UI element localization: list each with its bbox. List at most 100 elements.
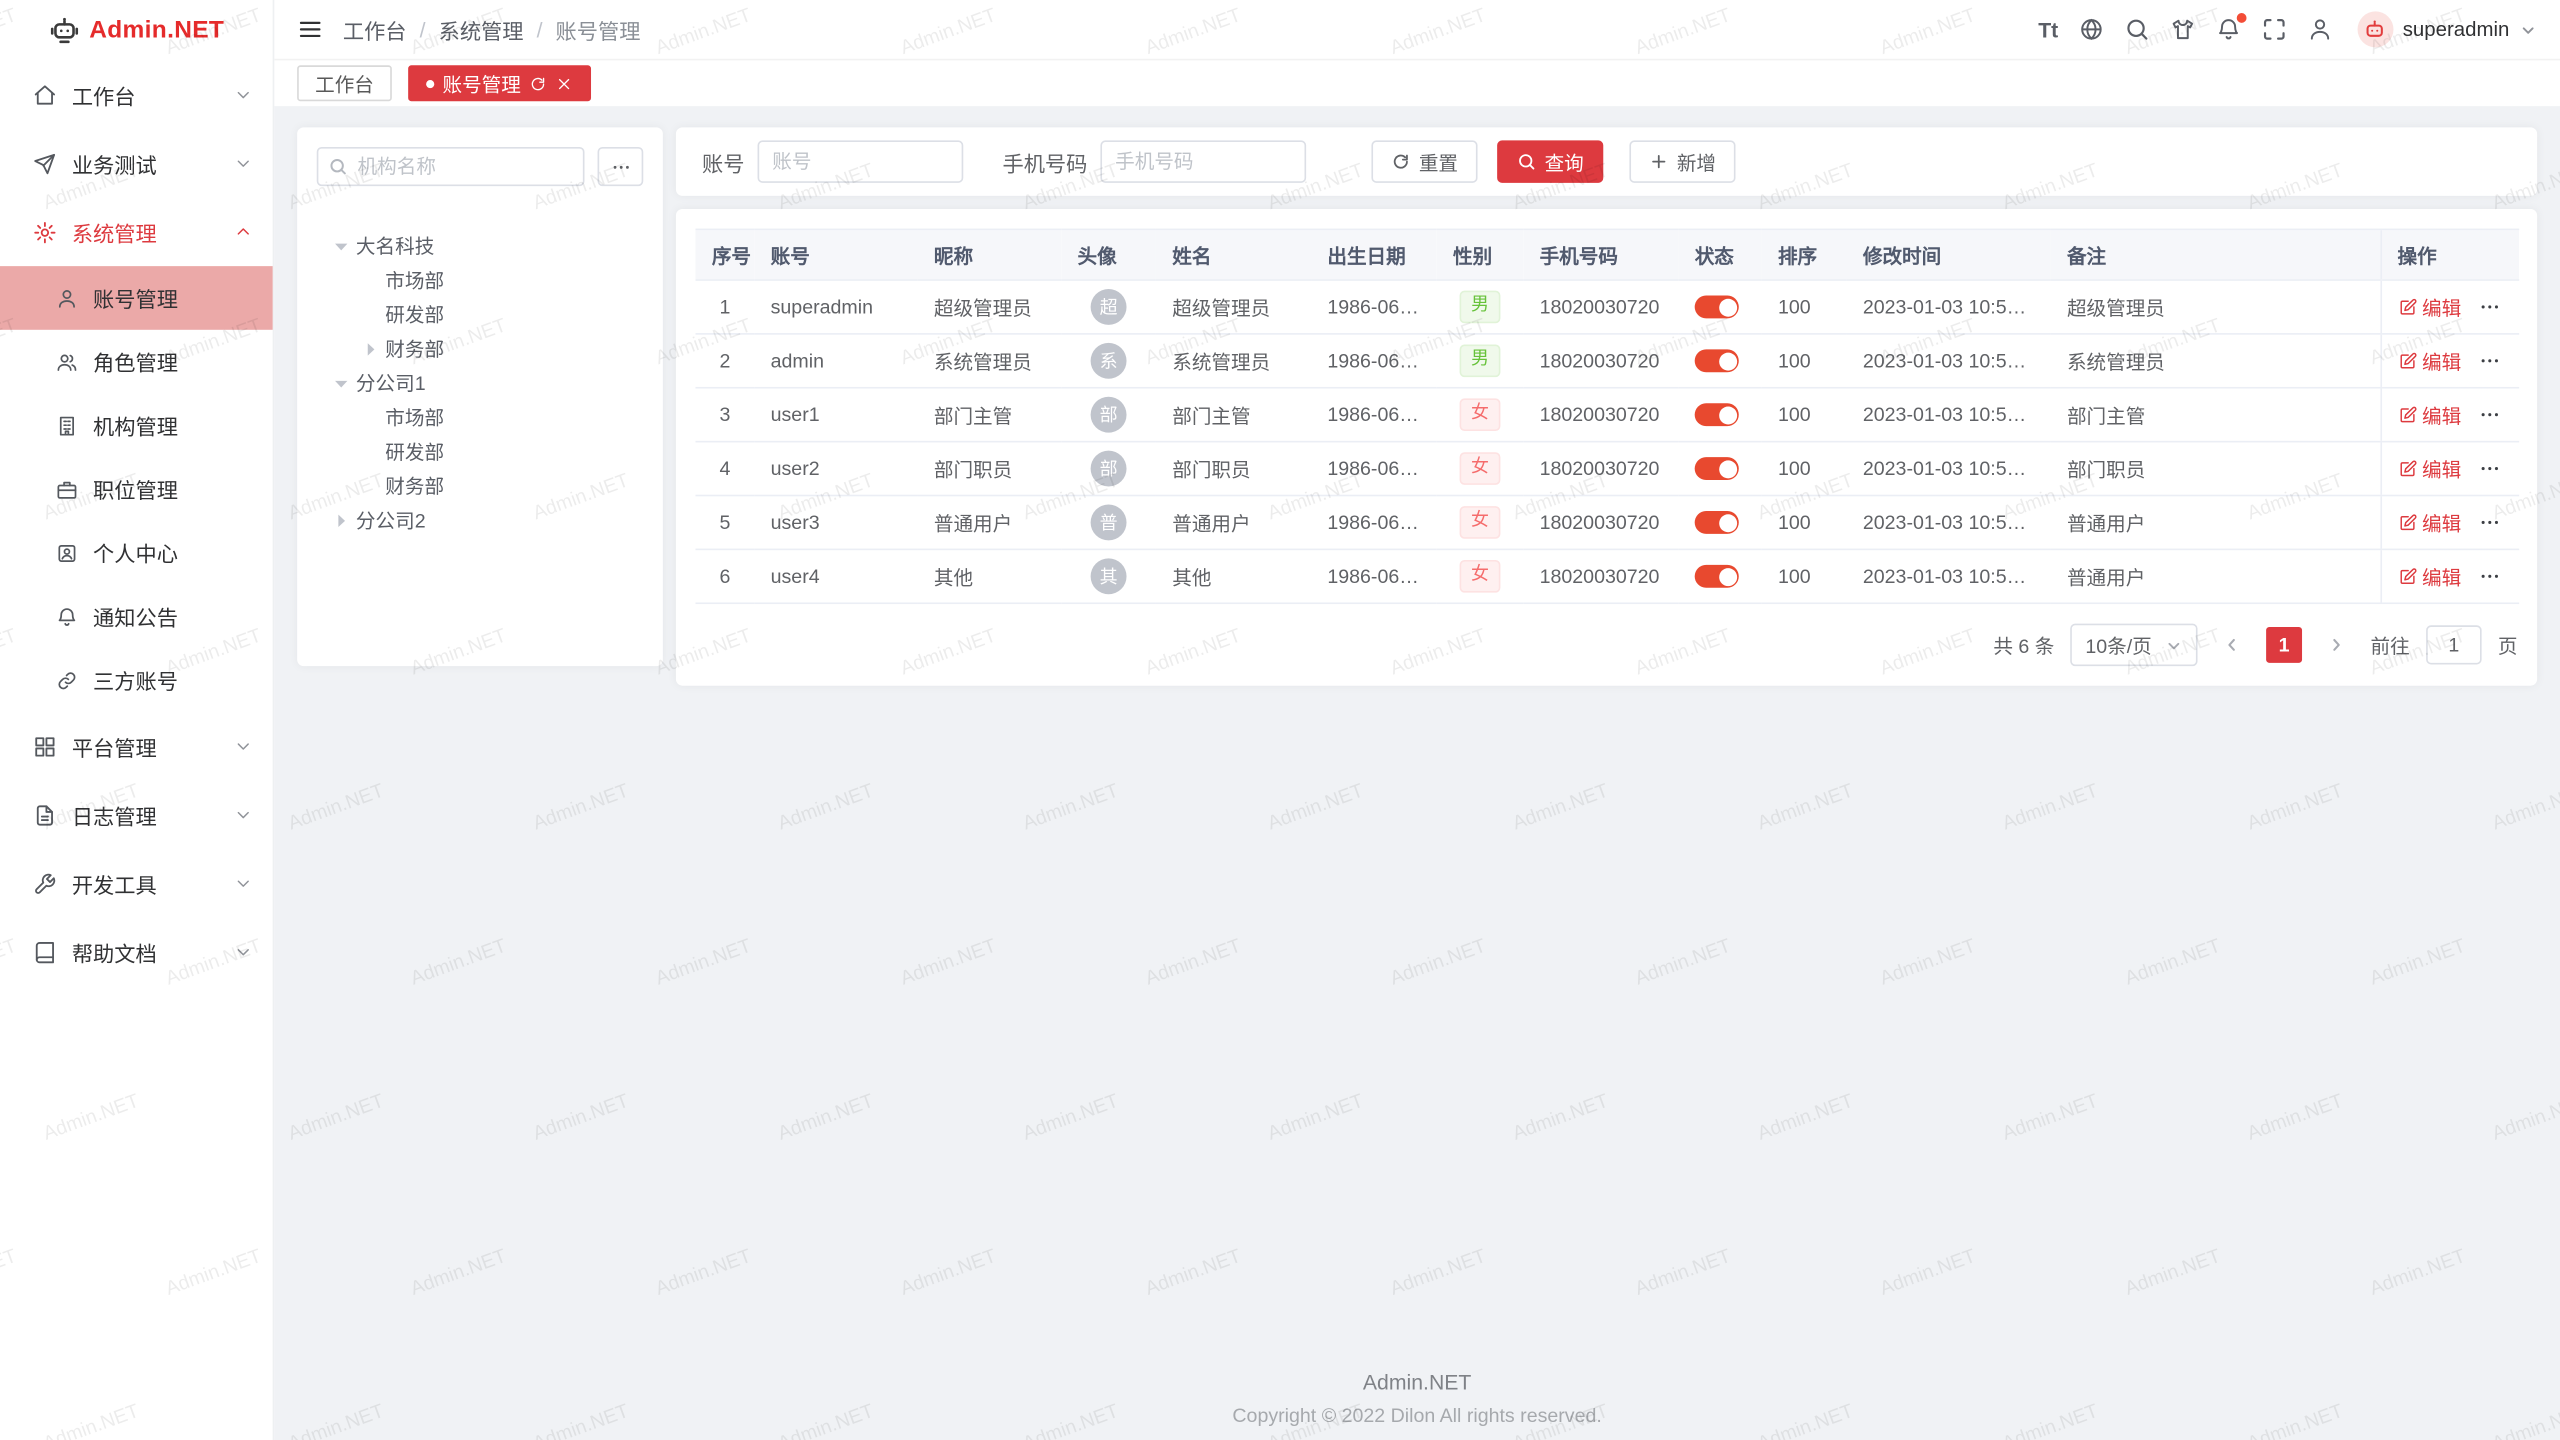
org-tree: 大名科技市场部研发部财务部分公司1市场部研发部财务部分公司2 <box>317 229 644 538</box>
user-avatar: 部 <box>1091 397 1127 433</box>
tab-refresh-icon[interactable] <box>529 74 547 92</box>
tree-node[interactable]: 研发部 <box>317 297 644 331</box>
breadcrumb-item[interactable]: 系统管理 <box>439 14 524 45</box>
cell-name: 部门主管 <box>1156 388 1311 442</box>
edit-button[interactable]: 编辑 <box>2398 509 2462 537</box>
bell-icon[interactable] <box>2213 15 2242 44</box>
tab-account-manage[interactable]: 账号管理 <box>408 65 591 101</box>
tree-caret-icon[interactable] <box>330 371 353 394</box>
edit-button[interactable]: 编辑 <box>2398 293 2462 321</box>
cell-avatar: 部 <box>1061 442 1156 496</box>
sidebar-item-third-party-account[interactable]: 三方账号 <box>0 648 273 712</box>
sidebar-item-help-docs[interactable]: 帮助文档 <box>0 918 273 987</box>
theme-icon[interactable] <box>2168 15 2197 44</box>
edit-button[interactable]: 编辑 <box>2398 455 2462 483</box>
refresh-icon <box>1391 152 1411 172</box>
notification-badge <box>2236 13 2246 23</box>
sidebar-item-role-manage[interactable]: 角色管理 <box>0 330 273 394</box>
edit-button[interactable]: 编辑 <box>2398 401 2462 429</box>
globe-icon[interactable] <box>2076 15 2105 44</box>
edit-label: 编辑 <box>2422 401 2461 429</box>
user-menu[interactable]: superadmin <box>2357 11 2537 47</box>
row-more-button[interactable] <box>2478 511 2501 534</box>
breadcrumb-item[interactable]: 账号管理 <box>556 14 641 45</box>
sidebar-item-notice[interactable]: 通知公告 <box>0 584 273 648</box>
font-size-icon[interactable]: Tt <box>2037 15 2060 44</box>
account-label: 账号 <box>702 146 744 177</box>
tree-caret-icon[interactable] <box>330 234 353 257</box>
cell-modified: 2023-01-03 10:59:44 <box>1847 496 2051 550</box>
tab-close-icon[interactable] <box>555 74 573 92</box>
tree-node[interactable]: 分公司2 <box>317 503 644 537</box>
page-size-select[interactable]: 10条/页 <box>2071 624 2198 666</box>
reset-button[interactable]: 重置 <box>1371 140 1477 182</box>
org-search-input[interactable] <box>317 147 585 186</box>
edit-button[interactable]: 编辑 <box>2398 562 2462 590</box>
breadcrumb-item[interactable]: 工作台 <box>343 14 407 45</box>
user-avatar: 系 <box>1091 343 1127 379</box>
account-input[interactable] <box>758 140 964 182</box>
hamburger-menu-icon[interactable] <box>297 16 323 42</box>
sidebar-item-business-test[interactable]: 业务测试 <box>0 129 273 198</box>
tree-node[interactable]: 研发部 <box>317 434 644 468</box>
sidebar-item-system-manage[interactable]: 系统管理 <box>0 198 273 267</box>
sidebar-item-personal-center[interactable]: 个人中心 <box>0 521 273 585</box>
row-more-button[interactable] <box>2478 457 2501 480</box>
status-toggle[interactable] <box>1695 458 1739 481</box>
row-more-button[interactable] <box>2478 565 2501 588</box>
tree-node[interactable]: 财务部 <box>317 469 644 503</box>
row-more-button[interactable] <box>2478 403 2501 426</box>
org-more-button[interactable] <box>598 147 644 186</box>
tree-node[interactable]: 市场部 <box>317 263 644 297</box>
phone-input[interactable] <box>1100 140 1306 182</box>
sidebar-item-account-manage[interactable]: 账号管理 <box>0 266 273 330</box>
sidebar-item-log-manage[interactable]: 日志管理 <box>0 780 273 849</box>
status-toggle[interactable] <box>1695 404 1739 427</box>
robot-logo-icon <box>48 15 79 46</box>
tree-node[interactable]: 大名科技 <box>317 229 644 263</box>
topbar: 工作台/系统管理/账号管理 Tt <box>274 0 2560 60</box>
link-icon <box>56 669 79 692</box>
tree-node[interactable]: 财务部 <box>317 331 644 365</box>
add-button[interactable]: 新增 <box>1629 140 1735 182</box>
status-toggle[interactable] <box>1695 350 1739 373</box>
row-more-button[interactable] <box>2478 349 2501 372</box>
chevron-down-icon <box>233 736 253 756</box>
goto-page-input[interactable] <box>2426 625 2482 664</box>
sidebar-item-org-manage[interactable]: 机构管理 <box>0 393 273 457</box>
prev-page-button[interactable] <box>2214 627 2250 663</box>
status-toggle[interactable] <box>1695 296 1739 319</box>
fullscreen-icon[interactable] <box>2259 15 2288 44</box>
column-header: 排序 <box>1762 229 1847 280</box>
tree-caret-icon[interactable] <box>359 337 382 360</box>
cell-account: user1 <box>754 388 917 442</box>
next-page-button[interactable] <box>2318 627 2354 663</box>
tab-workbench[interactable]: 工作台 <box>297 65 392 101</box>
tree-node-label: 市场部 <box>385 403 444 431</box>
sidebar-item-platform-manage[interactable]: 平台管理 <box>0 712 273 781</box>
chevron-down-icon <box>2519 20 2537 38</box>
status-toggle[interactable] <box>1695 566 1739 589</box>
column-header: 操作 <box>2380 229 2519 280</box>
tree-caret-icon[interactable] <box>330 509 353 532</box>
user-outline-icon[interactable] <box>2305 15 2334 44</box>
sidebar-item-dev-tools[interactable]: 开发工具 <box>0 849 273 918</box>
app-logo[interactable]: Admin.NET <box>0 0 273 60</box>
page-number-button[interactable]: 1 <box>2266 627 2302 663</box>
sidebar-item-workbench[interactable]: 工作台 <box>0 60 273 129</box>
tree-node[interactable]: 市场部 <box>317 400 644 434</box>
status-toggle[interactable] <box>1695 512 1739 535</box>
cell-gender: 女 <box>1437 442 1524 496</box>
cell-actions: 编辑 <box>2380 334 2519 388</box>
gender-badge: 男 <box>1460 345 1501 377</box>
search-button[interactable]: 查询 <box>1497 140 1603 182</box>
row-more-button[interactable] <box>2478 296 2501 319</box>
username: superadmin <box>2403 18 2510 41</box>
edit-button[interactable]: 编辑 <box>2398 347 2462 375</box>
sidebar-item-position-manage[interactable]: 职位管理 <box>0 457 273 521</box>
search-icon[interactable] <box>2122 15 2151 44</box>
tree-node[interactable]: 分公司1 <box>317 366 644 400</box>
users-icon <box>56 350 79 373</box>
tree-node-label: 研发部 <box>385 300 444 328</box>
user-icon <box>56 287 79 310</box>
